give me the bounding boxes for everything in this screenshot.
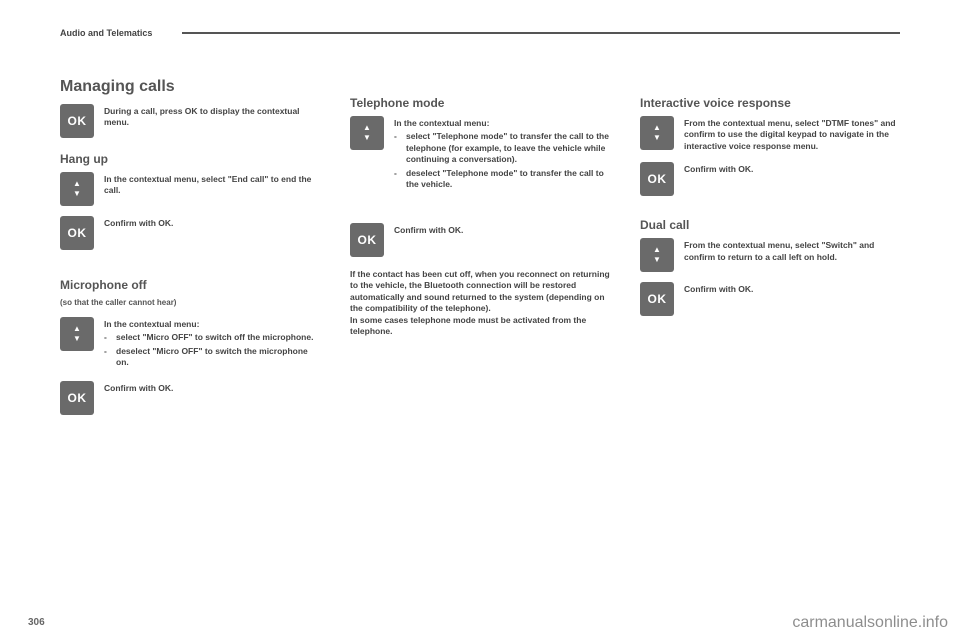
hangup-text-1: In the contextual menu, select "End call… bbox=[104, 172, 320, 197]
heading-managing-calls: Managing calls bbox=[60, 78, 320, 96]
heading-dual-call: Dual call bbox=[640, 218, 900, 232]
intro-text: During a call, press OK to display the c… bbox=[104, 104, 320, 129]
telmode-text-2: Confirm with OK. bbox=[394, 223, 463, 236]
step-micoff-1: ▲▼ In the contextual menu: select "Micro… bbox=[60, 317, 320, 371]
column-3: Interactive voice response ▲▼ From the c… bbox=[640, 78, 900, 425]
up-down-icon: ▲▼ bbox=[350, 116, 384, 150]
telmode-paragraph: If the contact has been cut off, when yo… bbox=[350, 269, 610, 338]
micoff-text-2: Confirm with OK. bbox=[104, 381, 173, 394]
telmode-text-1: In the contextual menu: select "Telephon… bbox=[394, 116, 610, 193]
up-down-icon: ▲▼ bbox=[60, 172, 94, 206]
ok-icon: OK bbox=[350, 223, 384, 257]
header-rule bbox=[182, 32, 900, 34]
page-number: 306 bbox=[28, 617, 45, 628]
step-hangup-1: ▲▼ In the contextual menu, select "End c… bbox=[60, 172, 320, 206]
ok-icon: OK bbox=[60, 104, 94, 138]
up-down-icon: ▲▼ bbox=[60, 317, 94, 351]
dual-text-1: From the contextual menu, select "Switch… bbox=[684, 238, 900, 263]
telmode-bullet-2: deselect "Telephone mode" to transfer th… bbox=[394, 168, 610, 191]
ok-icon: OK bbox=[60, 381, 94, 415]
ivr-text-1: From the contextual menu, select "DTMF t… bbox=[684, 116, 900, 152]
micoff-bullet-1: select "Micro OFF" to switch off the mic… bbox=[104, 332, 320, 343]
step-telmode-2: OK Confirm with OK. bbox=[350, 223, 610, 257]
step-ivr-1: ▲▼ From the contextual menu, select "DTM… bbox=[640, 116, 900, 152]
step-telmode-1: ▲▼ In the contextual menu: select "Telep… bbox=[350, 116, 610, 193]
heading-microphone-off: Microphone off bbox=[60, 278, 320, 292]
ivr-text-2: Confirm with OK. bbox=[684, 162, 753, 175]
ok-icon: OK bbox=[640, 162, 674, 196]
heading-telephone-mode: Telephone mode bbox=[350, 96, 610, 110]
step-dual-1: ▲▼ From the contextual menu, select "Swi… bbox=[640, 238, 900, 272]
step-hangup-2: OK Confirm with OK. bbox=[60, 216, 320, 250]
ok-icon: OK bbox=[640, 282, 674, 316]
ok-icon: OK bbox=[60, 216, 94, 250]
micoff-text-1: In the contextual menu: select "Micro OF… bbox=[104, 317, 320, 371]
step-ivr-2: OK Confirm with OK. bbox=[640, 162, 900, 196]
heading-ivr: Interactive voice response bbox=[640, 96, 900, 110]
up-down-icon: ▲▼ bbox=[640, 238, 674, 272]
page-header: Audio and Telematics bbox=[60, 28, 900, 38]
hangup-text-2: Confirm with OK. bbox=[104, 216, 173, 229]
heading-hang-up: Hang up bbox=[60, 152, 320, 166]
microphone-off-note: (so that the caller cannot hear) bbox=[60, 298, 320, 307]
micoff-bullet-2: deselect "Micro OFF" to switch the micro… bbox=[104, 346, 320, 369]
page-content: Audio and Telematics Managing calls OK D… bbox=[0, 0, 960, 425]
telmode-intro: In the contextual menu: bbox=[394, 118, 489, 128]
step-dual-2: OK Confirm with OK. bbox=[640, 282, 900, 316]
watermark: carmanualsonline.info bbox=[792, 614, 948, 632]
dual-text-2: Confirm with OK. bbox=[684, 282, 753, 295]
column-1: Managing calls OK During a call, press O… bbox=[60, 78, 320, 425]
up-down-icon: ▲▼ bbox=[640, 116, 674, 150]
section-title: Audio and Telematics bbox=[60, 28, 152, 38]
telmode-bullet-1: select "Telephone mode" to transfer the … bbox=[394, 131, 610, 165]
step-intro: OK During a call, press OK to display th… bbox=[60, 104, 320, 138]
content-columns: Managing calls OK During a call, press O… bbox=[60, 78, 900, 425]
micoff-intro: In the contextual menu: bbox=[104, 319, 199, 329]
column-2: Telephone mode ▲▼ In the contextual menu… bbox=[350, 78, 610, 425]
step-micoff-2: OK Confirm with OK. bbox=[60, 381, 320, 415]
